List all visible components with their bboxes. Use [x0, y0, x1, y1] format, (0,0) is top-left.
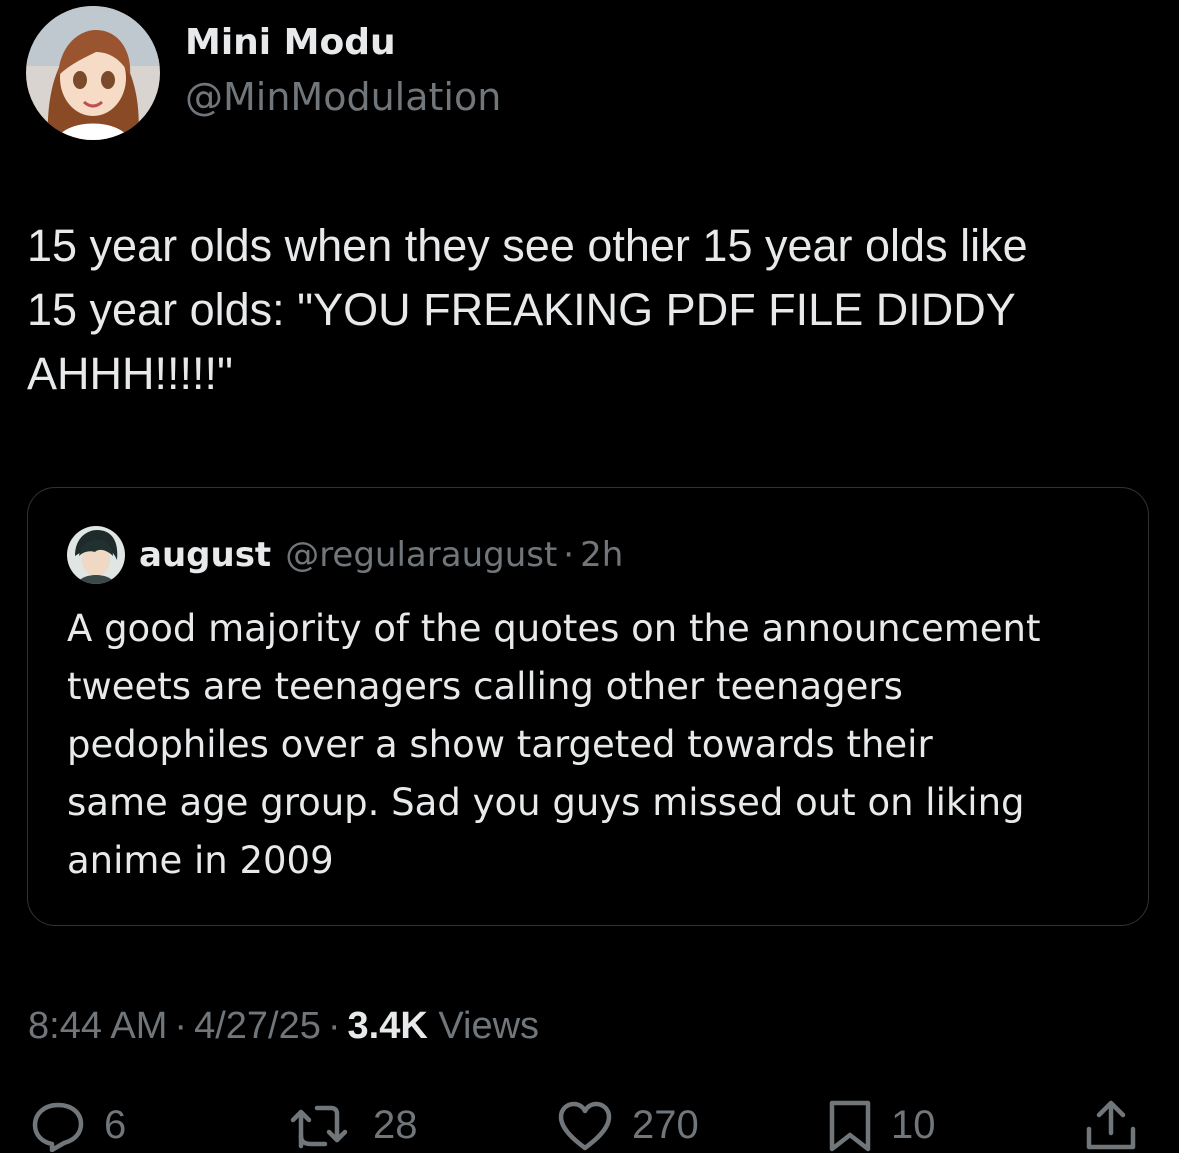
- quoted-tweet-text: A good majority of the quotes on the ann…: [67, 600, 1132, 890]
- tweet-time[interactable]: 8:44 AM: [28, 1005, 167, 1047]
- bookmark-button[interactable]: 10: [827, 1098, 936, 1153]
- meta-separator: ·: [174, 1005, 188, 1047]
- share-icon: [1086, 1100, 1136, 1149]
- quoted-text-line: A good majority of the quotes on the ann…: [67, 607, 1041, 650]
- author-handle[interactable]: @MinModulation: [185, 72, 501, 122]
- quoted-author-display-name: august: [139, 535, 272, 575]
- quoted-text-line: same age group. Sad you guys missed out …: [67, 781, 1025, 824]
- quoted-text-line: pedophiles over a show targeted towards …: [67, 723, 933, 766]
- reply-icon: [32, 1102, 84, 1152]
- repost-count: 28: [373, 1103, 418, 1147]
- quoted-text-line: tweets are teenagers calling other teena…: [67, 665, 903, 708]
- repost-icon: [290, 1105, 348, 1148]
- tweet-text-line: 15 year olds when they see other 15 year…: [27, 220, 1028, 271]
- share-button[interactable]: [1083, 1098, 1139, 1153]
- author-display-name[interactable]: Mini Modu: [185, 20, 501, 66]
- quoted-tweet-card[interactable]: august @regularaugust · 2h A good majori…: [27, 487, 1149, 926]
- author-avatar[interactable]: [26, 6, 160, 140]
- tweet-action-bar: 6 28 270 10: [0, 1098, 1179, 1153]
- repost-button[interactable]: 28: [287, 1098, 418, 1153]
- bookmark-icon: [829, 1100, 871, 1151]
- tweet-meta: 8:44 AM · 4/27/25 · 3.4K Views: [28, 1003, 539, 1049]
- quoted-separator: ·: [563, 535, 575, 575]
- tweet-author: Mini Modu @MinModulation: [26, 6, 501, 140]
- meta-separator: ·: [327, 1005, 341, 1047]
- like-button[interactable]: 270: [556, 1098, 699, 1153]
- quoted-author-handle: @regularaugust: [285, 535, 558, 575]
- reply-count: 6: [104, 1103, 127, 1147]
- tweet-date[interactable]: 4/27/25: [194, 1005, 321, 1047]
- views-label: Views: [438, 1005, 540, 1047]
- quoted-text-line: anime in 2009: [67, 839, 334, 882]
- tweet-text-line: 15 year olds: "YOU FREAKING PDF FILE DID…: [27, 284, 1016, 335]
- tweet-text: 15 year olds when they see other 15 year…: [27, 214, 1167, 406]
- quoted-timestamp: 2h: [580, 535, 624, 575]
- reply-button[interactable]: 6: [30, 1098, 126, 1153]
- tweet-text-line: AHHH!!!!!": [27, 348, 233, 399]
- quoted-tweet-header: august @regularaugust · 2h: [67, 526, 623, 584]
- quoted-author-avatar: [67, 526, 125, 584]
- like-count: 270: [632, 1103, 699, 1147]
- bookmark-count: 10: [891, 1103, 936, 1147]
- heart-icon: [558, 1101, 612, 1150]
- views-count: 3.4K: [347, 1005, 428, 1047]
